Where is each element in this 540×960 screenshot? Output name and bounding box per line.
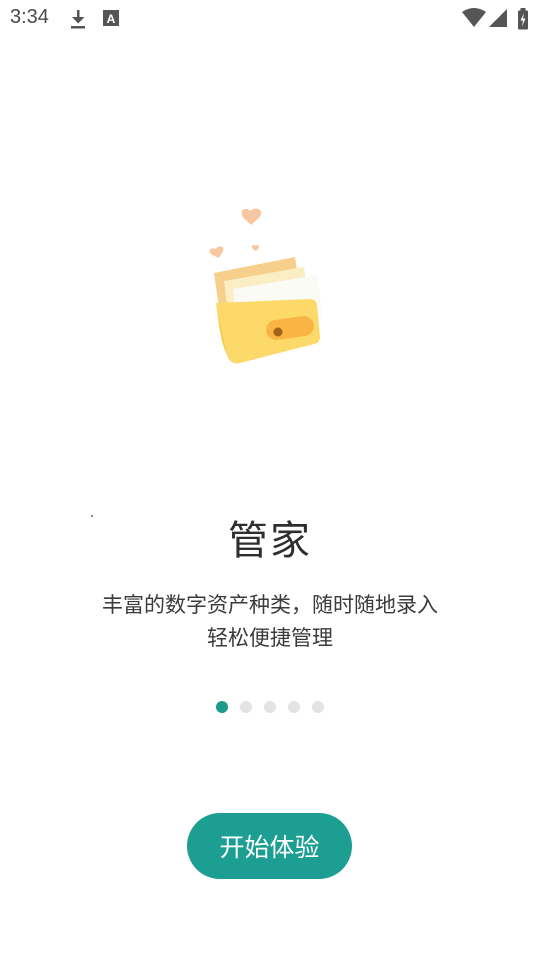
cell-signal-icon	[488, 8, 508, 32]
wifi-icon	[462, 8, 486, 32]
page-dot-5[interactable]	[312, 701, 324, 713]
status-bar: 3:34 A	[0, 0, 540, 38]
status-time: 3:34	[10, 6, 49, 28]
page-title: 管家	[228, 518, 312, 564]
battery-charging-icon	[517, 8, 529, 34]
font-a-icon: A	[102, 8, 120, 32]
start-experience-button[interactable]: 开始体验	[187, 813, 352, 879]
onboarding-screen: 3:34 A 管家 丰富的数字资产种类，随时随地录入 轻松便捷管理 开始体验	[0, 0, 540, 960]
wallet-with-cards-icon	[200, 205, 330, 370]
page-dot-3[interactable]	[264, 701, 276, 713]
page-indicator	[0, 701, 540, 713]
page-dot-1[interactable]	[216, 701, 228, 713]
description-line-1: 丰富的数字资产种类，随时随地录入	[102, 593, 438, 617]
description-line-2: 轻松便捷管理	[207, 626, 333, 650]
page-dot-2[interactable]	[240, 701, 252, 713]
page-dot-4[interactable]	[288, 701, 300, 713]
svg-text:A: A	[107, 12, 116, 26]
download-icon	[68, 8, 88, 34]
